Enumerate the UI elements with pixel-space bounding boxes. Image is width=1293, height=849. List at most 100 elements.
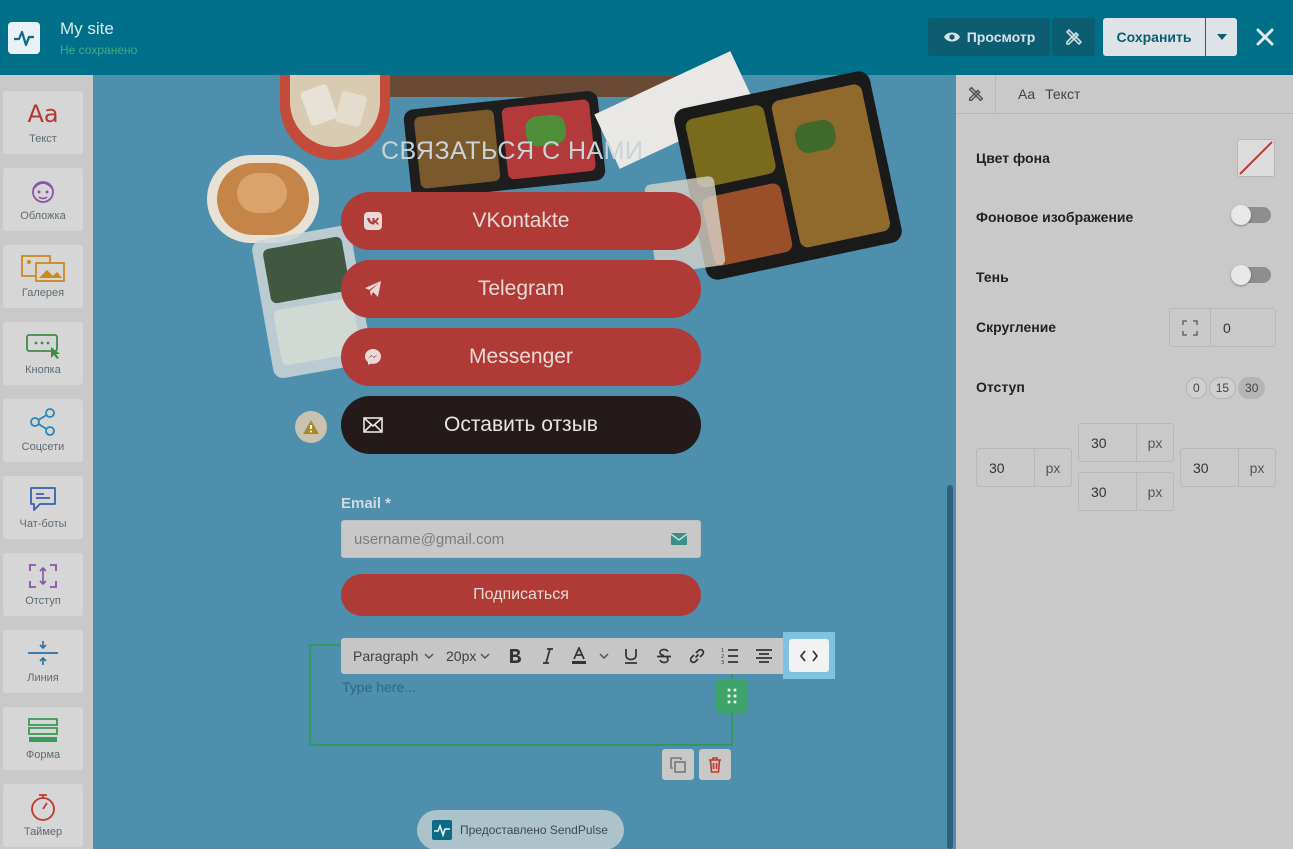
padding-right-value[interactable]: 30 (1181, 449, 1239, 486)
code-view-button-highlight[interactable] (783, 632, 835, 679)
vk-label: VKontakte (472, 209, 570, 232)
bg-image-toggle[interactable] (1231, 205, 1271, 225)
feedback-button[interactable]: Оставить отзыв (341, 396, 701, 454)
save-status: Не сохранено (60, 43, 138, 57)
link-button[interactable] (680, 638, 713, 674)
underline-button[interactable] (614, 638, 647, 674)
sidebar-item-label: Обложка (20, 210, 66, 222)
font-size-label: 20px (446, 648, 477, 664)
canvas-scrollbar[interactable] (947, 485, 953, 849)
ordered-list-button[interactable]: 123 (713, 638, 746, 674)
sidebar-item-label: Галерея (21, 287, 65, 299)
padding-preset-30[interactable]: 30 (1238, 377, 1266, 399)
align-button[interactable] (746, 638, 782, 674)
code-icon (800, 649, 818, 662)
padding-unit: px (1147, 483, 1163, 500)
sidebar-item-timer[interactable]: Таймер (3, 784, 83, 847)
design-tools-button[interactable] (1052, 18, 1095, 56)
sidebar-item-label: Линия (27, 672, 59, 684)
sendpulse-logo-icon[interactable] (8, 22, 40, 54)
sidebar-item-button[interactable]: Кнопка (3, 322, 83, 385)
top-bar: My site Не сохранено Просмотр Сохранить (0, 0, 1293, 75)
share-icon (28, 407, 58, 437)
sidebar-item-gallery[interactable]: Галерея (3, 245, 83, 308)
messenger-button[interactable]: Messenger (341, 328, 701, 386)
radius-value[interactable]: 0 (1211, 309, 1275, 346)
close-icon (1256, 28, 1274, 46)
breadcrumb: Aa Текст (956, 74, 1293, 114)
no-color-icon (1239, 141, 1273, 175)
line-icon (26, 638, 60, 668)
messenger-icon (363, 347, 383, 367)
breadcrumb-text-label: Текст (1045, 86, 1081, 102)
close-button[interactable] (1252, 24, 1278, 50)
sidebar-item-spacing[interactable]: Отступ (3, 553, 83, 616)
save-options-button[interactable] (1206, 18, 1237, 56)
preview-button[interactable]: Просмотр (928, 18, 1050, 56)
sidebar-item-chatbots[interactable]: Чат-боты (3, 476, 83, 539)
bold-button[interactable] (498, 638, 531, 674)
radius-label: Скругление (976, 319, 1057, 335)
padding-right-input[interactable]: 30 px (1180, 448, 1276, 487)
chat-icon (28, 484, 58, 514)
delete-block-button[interactable] (699, 749, 731, 780)
sidebar-item-form[interactable]: Форма (3, 707, 83, 770)
corner-radius-icon (1170, 309, 1211, 346)
padding-preset-15[interactable]: 15 (1208, 377, 1237, 399)
code-view-button[interactable] (789, 639, 829, 672)
email-label: Email * (341, 495, 392, 512)
pencil-ruler-icon (968, 86, 983, 102)
sidebar-item-cover[interactable]: Обложка (3, 168, 83, 231)
sidebar-item-label: Таймер (23, 826, 63, 838)
email-placeholder: username@gmail.com (354, 530, 505, 548)
warning-icon[interactable] (295, 411, 327, 443)
spacing-icon (27, 561, 59, 591)
paragraph-dropdown[interactable]: Paragraph (341, 638, 436, 674)
sidebar-item-line[interactable]: Линия (3, 630, 83, 693)
text-color-dropdown[interactable] (594, 638, 614, 674)
email-input[interactable]: username@gmail.com (341, 520, 701, 558)
save-button[interactable]: Сохранить (1103, 18, 1205, 56)
text-color-button[interactable] (564, 638, 594, 674)
duplicate-block-button[interactable] (662, 749, 694, 780)
padding-unit: px (1045, 459, 1061, 476)
powered-by-badge[interactable]: Предоставлено SendPulse (417, 810, 624, 849)
sidebar-item-label: Отступ (25, 595, 61, 607)
italic-button[interactable] (531, 638, 564, 674)
breadcrumb-design-tools[interactable] (956, 74, 996, 114)
strikethrough-button[interactable] (647, 638, 680, 674)
padding-bottom-value[interactable]: 30 (1079, 473, 1137, 510)
radius-input[interactable]: 0 (1169, 308, 1276, 347)
pencil-ruler-icon (1065, 28, 1082, 46)
envelope-icon (363, 415, 383, 435)
site-title: My site (60, 19, 114, 38)
svg-text:3: 3 (721, 660, 724, 665)
text-aa-icon: Aa (27, 100, 59, 128)
chevron-down-icon (599, 653, 609, 659)
padding-preset-0[interactable]: 0 (1186, 377, 1207, 399)
font-size-dropdown[interactable]: 20px (436, 638, 498, 674)
padding-top-value[interactable]: 30 (1079, 424, 1137, 461)
bg-color-swatch[interactable] (1237, 139, 1275, 177)
subscribe-button[interactable]: Подписаться (341, 574, 701, 616)
drag-handle[interactable] (716, 679, 748, 713)
paragraph-label: Paragraph (353, 648, 419, 664)
drag-dots-icon (727, 688, 737, 704)
telegram-icon (363, 279, 383, 299)
vk-button[interactable]: VKontakte (341, 192, 701, 250)
sidebar-item-text[interactable]: Aa Текст (3, 91, 83, 154)
padding-unit: px (1249, 459, 1265, 476)
timer-icon (28, 792, 58, 822)
telegram-button[interactable]: Telegram (341, 260, 701, 318)
shadow-toggle[interactable] (1231, 265, 1271, 285)
padding-bottom-input[interactable]: 30 px (1078, 472, 1174, 511)
padding-left-value[interactable]: 30 (977, 449, 1035, 486)
text-block-placeholder[interactable]: Type here... (342, 679, 416, 695)
cover-face-icon (28, 176, 58, 206)
text-aa-icon: Aa (1018, 86, 1036, 102)
breadcrumb-text[interactable]: Aa Текст (996, 86, 1080, 102)
padding-left-input[interactable]: 30 px (976, 448, 1072, 487)
eye-icon (943, 32, 960, 42)
padding-top-input[interactable]: 30 px (1078, 423, 1174, 462)
sidebar-item-social[interactable]: Соцсети (3, 399, 83, 462)
